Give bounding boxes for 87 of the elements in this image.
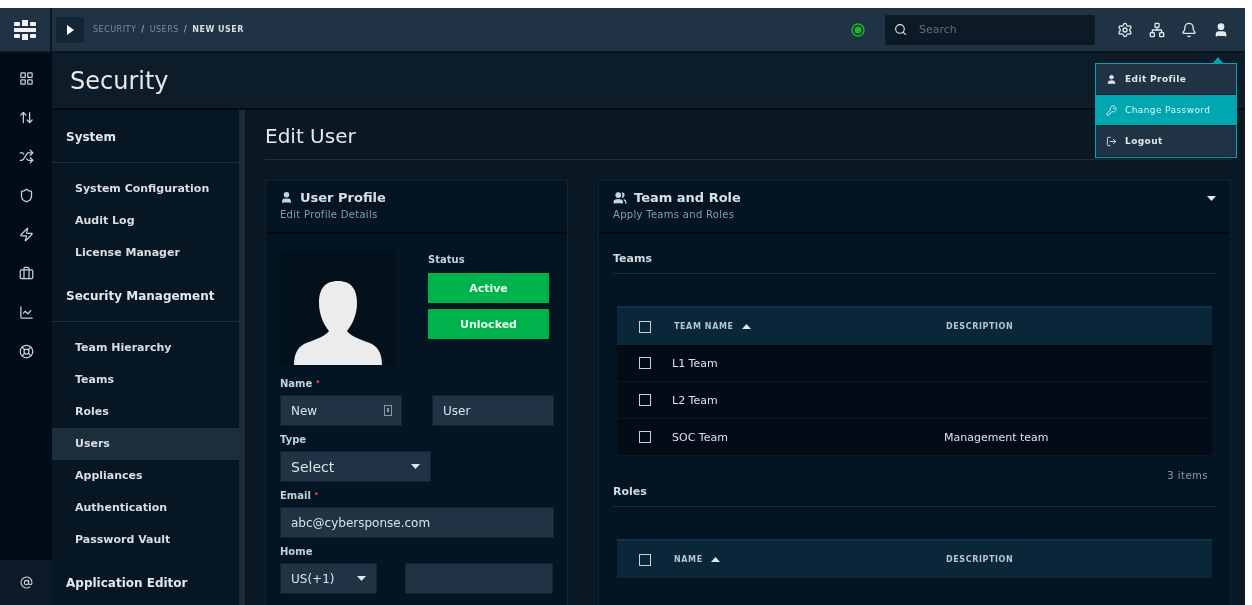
caret-icon bbox=[1207, 196, 1216, 201]
sidebar-item[interactable]: Audit Log bbox=[52, 205, 239, 237]
sidebar-item[interactable]: Teams bbox=[52, 364, 239, 396]
page-title: Security bbox=[70, 66, 169, 95]
breadcrumb-separator: / bbox=[183, 25, 188, 34]
checkbox[interactable] bbox=[638, 553, 651, 566]
input-field[interactable]: abc@cybersponse.com bbox=[280, 507, 554, 538]
field-label: Name bbox=[280, 378, 313, 389]
sidebar-item[interactable]: Team Hierarchy bbox=[52, 332, 239, 364]
breadcrumb-link[interactable]: SECURITY bbox=[93, 25, 137, 34]
field-label: Type bbox=[280, 434, 308, 445]
chart-icon[interactable] bbox=[18, 305, 34, 320]
table-cell-text: Management team bbox=[944, 430, 1050, 444]
field-label: Home bbox=[280, 546, 314, 557]
field-label: Status bbox=[428, 254, 466, 265]
breadcrumb-link[interactable]: USERS bbox=[149, 25, 179, 34]
column-header[interactable]: TEAM NAME bbox=[674, 322, 734, 331]
play-icon bbox=[66, 24, 74, 35]
item-count: 3 items bbox=[1166, 469, 1209, 483]
checkbox[interactable] bbox=[638, 394, 651, 406]
settings-icon[interactable] bbox=[1117, 21, 1133, 38]
caret-icon bbox=[357, 576, 366, 581]
column-header[interactable]: NAME bbox=[674, 555, 703, 564]
sidebar-item[interactable]: License Manager bbox=[52, 237, 239, 269]
input-field[interactable]: New bbox=[280, 395, 402, 426]
shield-icon[interactable] bbox=[18, 188, 34, 203]
field-label: Email bbox=[280, 490, 311, 501]
section-label: Roles bbox=[613, 485, 1216, 507]
table-cell-text: L1 Team bbox=[672, 356, 719, 370]
section-label: Teams bbox=[613, 252, 1216, 274]
checkbox[interactable] bbox=[638, 431, 651, 443]
lightning-icon[interactable] bbox=[18, 227, 34, 242]
at-icon[interactable] bbox=[19, 576, 33, 589]
sidebar-item[interactable]: Authentication bbox=[52, 492, 239, 524]
table-row[interactable]: L2 Team bbox=[617, 382, 1212, 419]
checkbox[interactable] bbox=[638, 357, 651, 369]
briefcase-icon[interactable] bbox=[18, 266, 34, 281]
sidebar-item[interactable]: Appliances bbox=[52, 460, 239, 492]
section-title: Application Editor bbox=[65, 575, 189, 592]
logout-icon bbox=[1106, 135, 1117, 147]
panel-subtitle: Edit Profile Details bbox=[280, 209, 379, 220]
lifebuoy-icon[interactable] bbox=[18, 344, 34, 359]
logo-icon bbox=[14, 19, 36, 40]
table-cell-text: L2 Team bbox=[672, 393, 719, 407]
search-field[interactable]: Search bbox=[885, 14, 1095, 45]
section-title: System bbox=[52, 110, 239, 163]
column-header[interactable]: DESCRIPTION bbox=[946, 555, 1014, 564]
section-title: Security Management bbox=[52, 269, 239, 322]
table-row[interactable]: L1 Team bbox=[617, 345, 1212, 382]
sort-icon[interactable] bbox=[18, 110, 34, 125]
status-icon bbox=[851, 22, 865, 37]
shuffle-icon[interactable] bbox=[18, 149, 34, 164]
user-icon bbox=[280, 191, 293, 204]
user-icon[interactable] bbox=[1213, 21, 1229, 38]
users-icon bbox=[613, 190, 627, 205]
table-row[interactable]: SOC Team Management team bbox=[617, 419, 1212, 456]
sidebar-item[interactable]: System Configuration bbox=[52, 173, 239, 205]
collapse-icon[interactable] bbox=[1207, 196, 1216, 201]
user-icon bbox=[1106, 73, 1117, 85]
notifications-icon[interactable] bbox=[1181, 21, 1197, 38]
table-cell-text: SOC Team bbox=[672, 430, 729, 444]
grid-icon[interactable] bbox=[18, 71, 34, 86]
contact-card-icon bbox=[384, 405, 392, 416]
input-field[interactable]: User bbox=[432, 395, 554, 426]
expand-button[interactable] bbox=[56, 16, 84, 43]
panel-title: User Profile bbox=[300, 190, 386, 205]
checkbox[interactable] bbox=[638, 320, 651, 333]
sidebar-item[interactable]: Users bbox=[52, 428, 239, 460]
hierarchy-icon[interactable] bbox=[1149, 21, 1165, 38]
input-field[interactable] bbox=[405, 563, 553, 594]
search-icon bbox=[894, 22, 907, 36]
sidebar-item[interactable]: Password Vault bbox=[52, 524, 239, 556]
breadcrumb-separator: / bbox=[141, 25, 145, 34]
column-header[interactable]: DESCRIPTION bbox=[946, 322, 1014, 331]
panel-title: Team and Role bbox=[634, 190, 741, 205]
sort-up-icon bbox=[741, 324, 751, 329]
select-field[interactable]: Select bbox=[280, 451, 431, 482]
sidebar-item[interactable]: Roles bbox=[52, 396, 239, 428]
breadcrumb-link[interactable]: NEW USER bbox=[192, 25, 244, 34]
sort-up-icon bbox=[710, 557, 720, 562]
required-marker: • bbox=[313, 490, 319, 501]
caret-icon bbox=[411, 464, 420, 469]
panel-subtitle: Apply Teams and Roles bbox=[613, 209, 736, 220]
key-icon bbox=[1106, 104, 1117, 116]
select-field[interactable]: US(+1) bbox=[280, 563, 377, 594]
required-marker: • bbox=[315, 378, 321, 389]
menu-item[interactable]: Logout bbox=[1096, 126, 1236, 157]
